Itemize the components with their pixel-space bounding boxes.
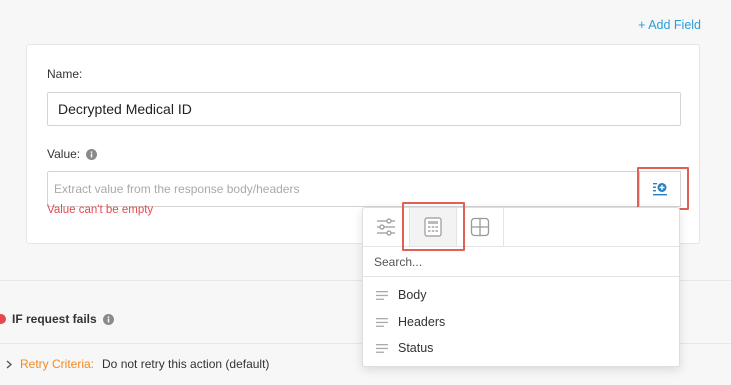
tab-grid[interactable]	[457, 208, 504, 246]
add-field-link[interactable]: + Add Field	[638, 18, 701, 32]
picker-option-label: Status	[398, 341, 434, 355]
picker-option-label: Body	[398, 288, 427, 302]
value-label-row: Value:	[47, 147, 98, 161]
picker-tabs	[363, 208, 679, 246]
retry-criteria-row[interactable]: Retry Criteria: Do not retry this action…	[6, 357, 269, 371]
calculator-icon	[424, 217, 442, 237]
picker-search-placeholder: Search...	[374, 254, 423, 269]
name-input-value: Decrypted Medical ID	[58, 101, 192, 117]
error-dot-icon	[0, 314, 6, 324]
picker-option-headers[interactable]: Headers	[363, 310, 679, 334]
text-lines-icon	[376, 343, 388, 353]
value-input[interactable]: Extract value from the response body/hea…	[47, 171, 639, 207]
fail-row: IF request fails	[0, 312, 114, 326]
insert-variable-icon	[653, 183, 667, 196]
info-icon[interactable]	[102, 313, 114, 325]
retry-criteria-value: Do not retry this action (default)	[102, 357, 270, 371]
picker-option-body[interactable]: Body	[363, 283, 679, 307]
value-error-message: Value can't be empty	[47, 204, 154, 216]
info-icon[interactable]	[86, 148, 98, 160]
text-lines-icon	[376, 317, 388, 327]
name-input[interactable]: Decrypted Medical ID	[47, 92, 681, 126]
retry-criteria-label: Retry Criteria:	[20, 357, 95, 371]
grid-icon	[470, 217, 490, 237]
tab-calculator[interactable]	[410, 208, 457, 246]
picker-option-label: Headers	[398, 315, 446, 329]
filters-icon	[377, 218, 395, 236]
picker-option-status[interactable]: Status	[363, 336, 679, 360]
picker-search-input[interactable]: Search...	[363, 246, 679, 277]
text-lines-icon	[376, 290, 388, 300]
name-label: Name:	[47, 67, 83, 81]
fail-title: IF request fails	[12, 312, 97, 326]
variable-picker-dropdown: Search... Body Headers Status	[362, 207, 680, 367]
value-input-placeholder: Extract value from the response body/hea…	[54, 182, 300, 196]
chevron-right-icon[interactable]	[6, 359, 12, 369]
tab-filters[interactable]	[363, 208, 410, 246]
value-label: Value:	[47, 147, 81, 161]
insert-variable-button[interactable]	[639, 171, 681, 207]
